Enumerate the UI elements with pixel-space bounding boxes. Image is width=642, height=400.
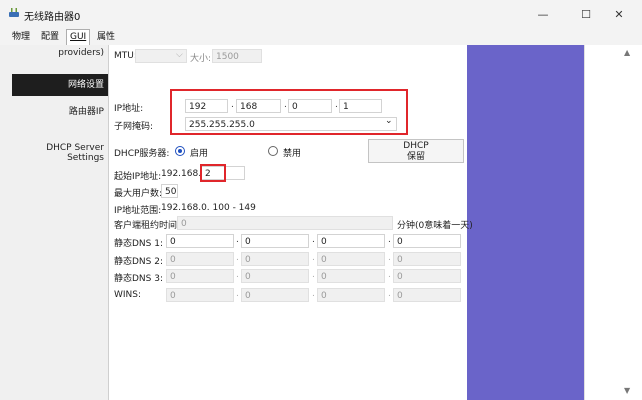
dns2-dot-2: . [312, 253, 315, 263]
dns1-octet-3[interactable]: 0 [317, 234, 385, 248]
dhcp-enabled-label[interactable]: 启用 [190, 146, 208, 159]
ip-range-value: 192.168.0. 100 - 149 [161, 203, 256, 213]
dns3-octet-2[interactable]: 0 [241, 269, 309, 283]
ip-octet-1[interactable]: 192 [185, 99, 228, 113]
tab-config[interactable]: 配置 [41, 30, 59, 44]
dns1-dot-2: . [312, 235, 315, 245]
wins-octet-1[interactable]: 0 [166, 288, 234, 302]
wins-label: WINS: [114, 290, 142, 300]
ip-range-label: IP地址范围: [114, 206, 162, 216]
max-users-field[interactable]: 50 [161, 184, 178, 198]
wins-octet-4[interactable]: 0 [393, 288, 461, 302]
subnet-dropdown-arrow-icon[interactable]: ⌄ [385, 116, 393, 126]
dns3-octet-1[interactable]: 0 [166, 269, 234, 283]
wins-octet-2[interactable]: 0 [241, 288, 309, 302]
ip-octet-3[interactable]: 0 [288, 99, 332, 113]
dns3-octet-3[interactable]: 0 [317, 269, 385, 283]
dhcp-button-line1: DHCP [403, 141, 429, 151]
tab-physical[interactable]: 物理 [12, 30, 30, 44]
radio-unselected-icon[interactable] [268, 146, 278, 156]
max-users-label: 最大用户数: [114, 189, 163, 199]
dns1-dot-1: . [236, 235, 239, 245]
ip-dot-1: . [231, 100, 234, 110]
start-ip-highlight [200, 164, 226, 182]
providers-text: providers) [58, 48, 104, 58]
wins-octet-3[interactable]: 0 [317, 288, 385, 302]
mtu-size-field[interactable]: 1500 [212, 49, 262, 63]
wins-dot-2: . [312, 289, 315, 299]
dhcp-server-heading-2: Settings [67, 153, 104, 163]
dns1-label: 静态DNS 1: [114, 239, 163, 249]
dhcp-server-heading-1: DHCP Server [46, 143, 104, 153]
wins-dot-1: . [236, 289, 239, 299]
dns3-octet-4[interactable]: 0 [393, 269, 461, 283]
dns1-dot-3: . [388, 235, 391, 245]
dhcp-server-label: DHCP服务器: [114, 149, 170, 159]
tab-gui[interactable]: GUI [66, 29, 91, 46]
close-button[interactable]: ✕ [596, 0, 642, 28]
scroll-down-icon[interactable]: ▼ [624, 386, 630, 395]
mtu-label: MTU: [114, 51, 137, 61]
dns2-dot-3: . [388, 253, 391, 263]
ip-octet-4[interactable]: 1 [339, 99, 382, 113]
dns1-octet-2[interactable]: 0 [241, 234, 309, 248]
mtu-arrow-icon: ⌵ [176, 50, 183, 60]
dns2-octet-4[interactable]: 0 [393, 252, 461, 266]
dns3-dot-1: . [236, 270, 239, 280]
ip-octet-2[interactable]: 168 [236, 99, 281, 113]
lease-time-field[interactable]: 0 [177, 216, 393, 230]
dns3-dot-3: . [388, 270, 391, 280]
side-color-panel [467, 45, 584, 400]
wins-dot-3: . [388, 289, 391, 299]
radio-selected-icon[interactable] [175, 146, 185, 156]
subnet-mask-select[interactable]: 255.255.255.0 [185, 117, 397, 131]
start-ip-label: 起始IP地址: [114, 172, 162, 182]
dns1-octet-1[interactable]: 0 [166, 234, 234, 248]
ip-address-label: IP地址: [114, 104, 144, 114]
dns1-octet-4[interactable]: 0 [393, 234, 461, 248]
dhcp-button-line2: 保留 [406, 152, 425, 162]
dhcp-disabled-label[interactable]: 禁用 [283, 146, 301, 159]
ip-dot-3: . [335, 100, 338, 110]
router-app-icon [9, 8, 19, 17]
dns2-octet-2[interactable]: 0 [241, 252, 309, 266]
dns2-octet-1[interactable]: 0 [166, 252, 234, 266]
router-ip-heading: 路由器IP [68, 107, 104, 117]
mtu-size-label: 大小: [190, 54, 212, 64]
ip-dot-2: . [284, 100, 287, 110]
scroll-up-icon[interactable]: ▲ [624, 48, 630, 57]
subnet-mask-label: 子网掩码: [114, 122, 154, 132]
dns2-octet-3[interactable]: 0 [317, 252, 385, 266]
lease-unit-label: 分钟(0意味着一天) [397, 221, 473, 231]
right-scroll-area[interactable] [584, 45, 642, 400]
dns2-dot-1: . [236, 253, 239, 263]
left-nav-panel [0, 45, 109, 400]
section-network-label: 网络设置 [67, 80, 104, 90]
dns3-dot-2: . [312, 270, 315, 280]
dns3-label: 静态DNS 3: [114, 274, 163, 284]
lease-time-label: 客户端租约时间: [114, 221, 181, 231]
minimize-button[interactable]: — [520, 0, 566, 28]
dns2-label: 静态DNS 2: [114, 257, 163, 267]
window-title: 无线路由器0 [24, 12, 81, 23]
dhcp-reservation-button[interactable]: DHCP 保留 [368, 139, 464, 163]
section-network-settings: 网络设置 [12, 74, 108, 96]
tab-attributes[interactable]: 属性 [97, 30, 115, 44]
